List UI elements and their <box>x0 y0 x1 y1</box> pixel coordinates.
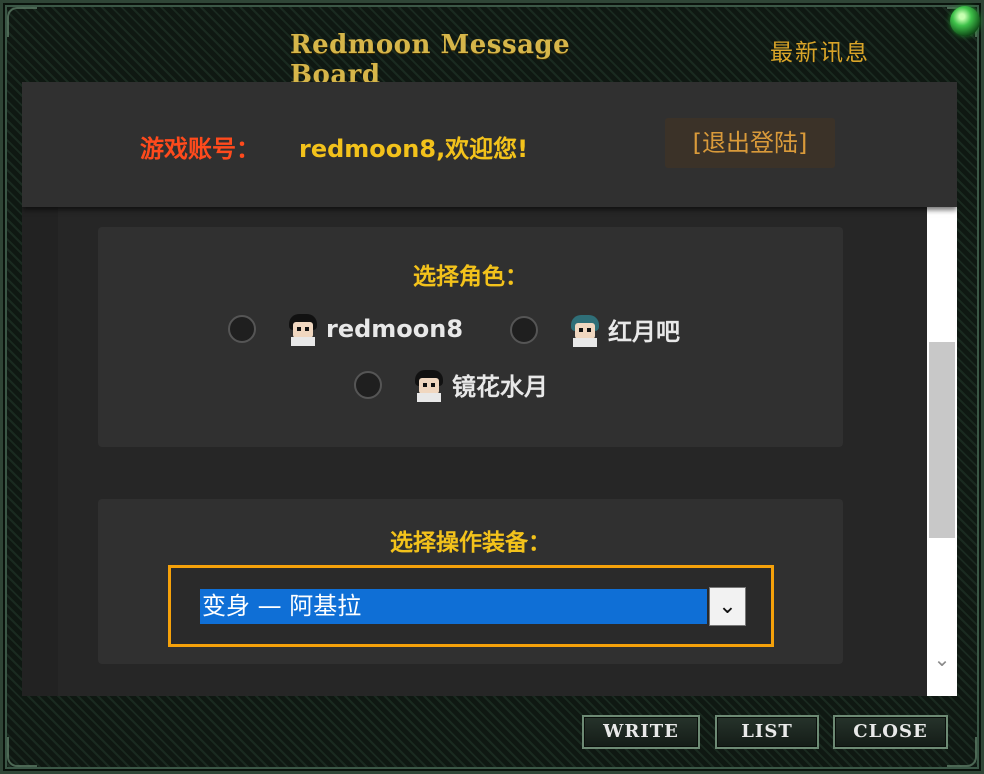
role-radio[interactable] <box>354 370 382 399</box>
role-name: 红月吧 <box>608 318 680 346</box>
role-radio[interactable] <box>510 315 538 344</box>
equip-select-value[interactable]: 变身 — 阿基拉 <box>200 589 707 624</box>
equip-select-card: 选择操作装备： 变身 — 阿基拉 ⌄ <box>98 499 843 664</box>
write-button[interactable]: WRITE <box>582 715 700 749</box>
account-header: 游戏账号： redmoon8,欢迎您! [退出登陆] <box>22 82 957 207</box>
role-select-card: 选择角色： redmoon8 红月吧 镜花水月 <box>98 227 843 447</box>
scrollbar-thumb[interactable] <box>929 342 955 538</box>
character-avatar-icon <box>412 368 446 402</box>
role-option[interactable]: 红月吧 <box>510 312 680 347</box>
equip-select[interactable]: 变身 — 阿基拉 ⌄ <box>168 565 774 647</box>
account-label: 游戏账号： <box>140 135 260 163</box>
frame-corner-ornament <box>947 737 977 767</box>
status-orb-icon <box>950 6 980 36</box>
equip-section-title: 选择操作装备： <box>390 530 551 556</box>
window-title: Redmoon Message Board <box>290 30 571 90</box>
role-radio[interactable] <box>228 315 256 343</box>
role-section-title: 选择角色： <box>413 264 528 290</box>
list-button[interactable]: LIST <box>715 715 819 749</box>
frame-corner-ornament <box>7 7 37 37</box>
character-avatar-icon <box>286 312 320 346</box>
latest-news-link[interactable]: 最新讯息 <box>770 33 870 67</box>
content-panel: 游戏账号： redmoon8,欢迎您! [退出登陆] 选择角色： redmoon… <box>22 82 957 696</box>
role-option[interactable]: redmoon8 <box>228 312 463 346</box>
frame-corner-ornament <box>7 737 37 767</box>
character-avatar-icon <box>568 313 602 347</box>
account-welcome: redmoon8,欢迎您! <box>299 135 529 163</box>
scroll-down-arrow-icon[interactable]: ⌄ <box>927 645 957 673</box>
role-name: 镜花水月 <box>452 373 548 401</box>
role-name: redmoon8 <box>326 315 464 343</box>
vertical-scrollbar[interactable]: ⌄ <box>927 207 957 696</box>
close-button[interactable]: CLOSE <box>833 715 948 749</box>
scroll-area: 选择角色： redmoon8 红月吧 镜花水月 选择操作装备： 变身 — 阿基拉… <box>58 207 928 696</box>
logout-button[interactable]: [退出登陆] <box>665 118 835 168</box>
chevron-down-icon[interactable]: ⌄ <box>709 587 746 626</box>
role-option[interactable]: 镜花水月 <box>354 367 548 402</box>
